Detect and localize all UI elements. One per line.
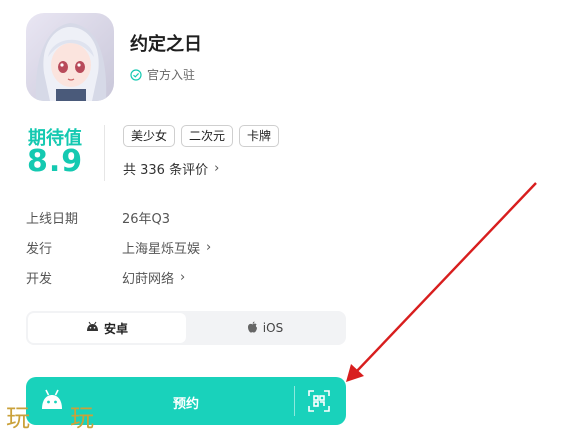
- tab-android-label: 安卓: [103, 321, 128, 336]
- reviews-count: 共 336 条评价: [123, 163, 209, 178]
- official-label: 官方入驻: [147, 68, 196, 82]
- developer-link[interactable]: 幻莳网络 ›: [122, 268, 185, 287]
- reviews-link[interactable]: 共 336 条评价 ›: [123, 159, 219, 178]
- official-badge: 官方入驻: [130, 66, 195, 83]
- tab-android[interactable]: 安卓: [28, 313, 186, 343]
- tab-ios[interactable]: iOS: [186, 313, 344, 343]
- apple-icon: [247, 321, 258, 336]
- android-icon: [86, 321, 99, 335]
- verified-check-icon: [130, 68, 142, 81]
- info-value-release-date: 26年Q3: [122, 208, 170, 227]
- tag[interactable]: 二次元: [181, 125, 234, 147]
- publisher-value: 上海星烁互娱: [122, 242, 201, 257]
- rating-value: 8.9: [27, 144, 84, 179]
- qr-scan-icon[interactable]: [308, 390, 330, 412]
- release-date-value: 26年Q3: [122, 212, 171, 227]
- app-title: 约定之日: [130, 34, 202, 55]
- chevron-right-icon: ›: [206, 240, 212, 255]
- watermark-left: 玩: [6, 404, 30, 432]
- info-label-developer: 开发: [26, 272, 53, 287]
- tag[interactable]: 卡牌: [239, 125, 280, 147]
- developer-value: 幻莳网络: [122, 272, 175, 287]
- chevron-right-icon: ›: [180, 270, 186, 285]
- tag[interactable]: 美少女: [123, 125, 176, 147]
- divider: [294, 386, 295, 416]
- app-icon: [26, 13, 114, 101]
- publisher-link[interactable]: 上海星烁互娱 ›: [122, 238, 211, 257]
- info-label-release-date: 上线日期: [26, 212, 79, 227]
- tab-ios-label: iOS: [262, 321, 284, 335]
- platform-toggle: 安卓 iOS: [26, 311, 346, 345]
- chevron-right-icon: ›: [214, 161, 220, 176]
- watermark-right: 玩: [70, 404, 94, 432]
- tag-list: 美少女 二次元 卡牌: [123, 125, 280, 147]
- divider: [104, 125, 105, 181]
- info-label-publisher: 发行: [26, 242, 53, 257]
